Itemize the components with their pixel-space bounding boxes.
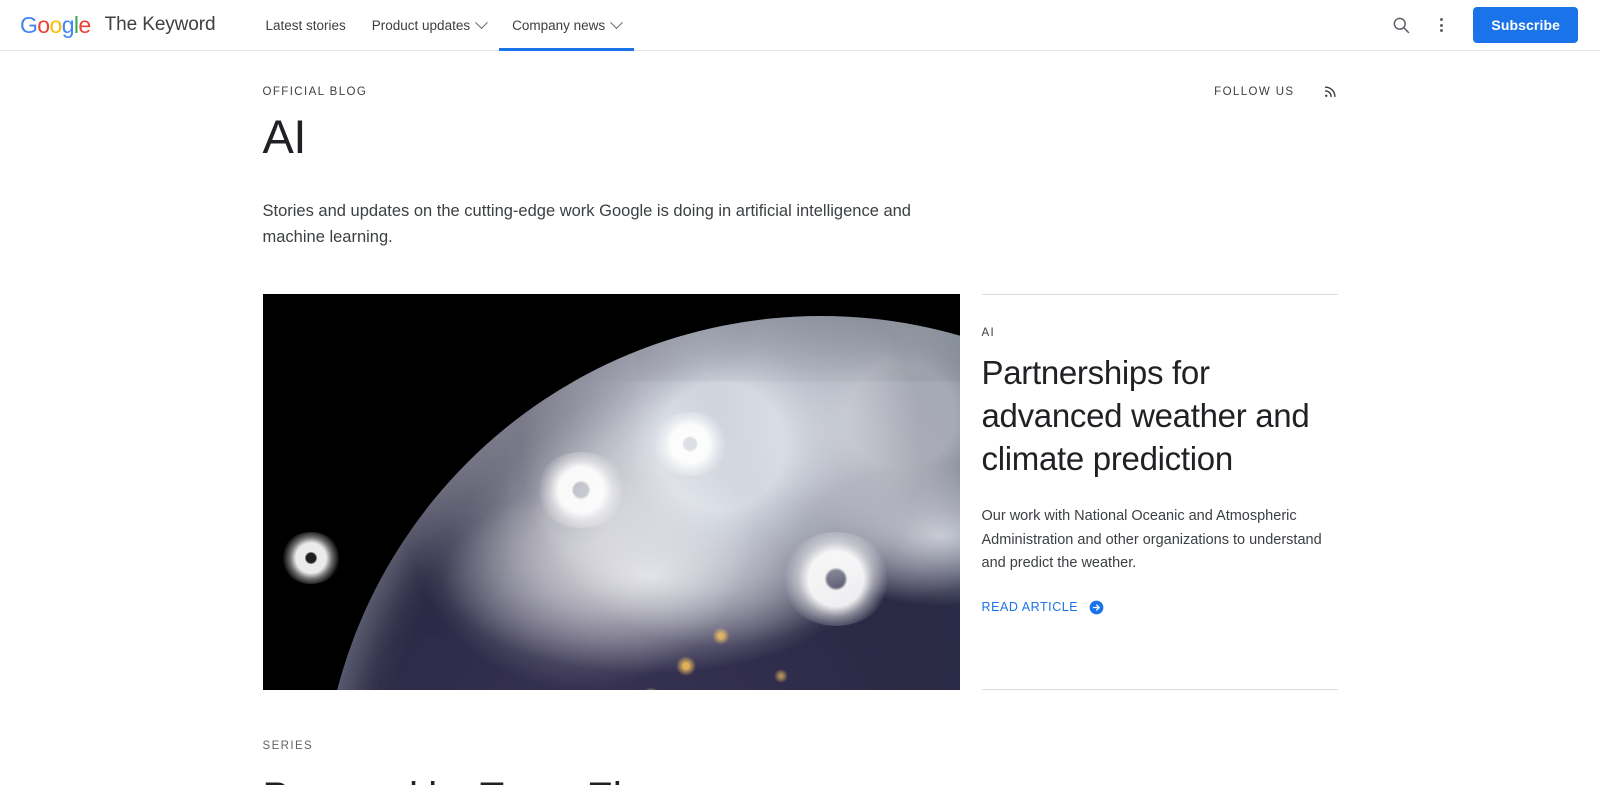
- nav-item-latest-stories[interactable]: Latest stories: [252, 0, 358, 51]
- logo-letter-e: e: [78, 11, 91, 38]
- content-container: OFFICIAL BLOG FOLLOW US AI Stories and u…: [262, 51, 1338, 785]
- article-category-tag[interactable]: AI: [982, 327, 1338, 339]
- featured-article-card: AI Partnerships for advanced weather and…: [981, 293, 1338, 690]
- google-logo[interactable]: G o o g l e: [20, 11, 91, 38]
- brand-area[interactable]: G o o g l e The Keyword: [20, 11, 216, 38]
- subscribe-button[interactable]: Subscribe: [1473, 7, 1578, 43]
- follow-us-label: FOLLOW US: [1214, 85, 1295, 98]
- hero-top-row: OFFICIAL BLOG FOLLOW US: [263, 84, 1338, 99]
- chevron-down-icon: [610, 15, 624, 29]
- chevron-down-icon: [475, 15, 488, 29]
- nav-item-company-news[interactable]: Company news: [499, 0, 635, 51]
- featured-article-row: AI Partnerships for advanced weather and…: [262, 293, 1338, 690]
- site-title[interactable]: The Keyword: [105, 14, 216, 36]
- page-body: OFFICIAL BLOG FOLLOW US AI Stories and u…: [0, 51, 1600, 785]
- primary-nav: Latest stories Product updates Company n…: [252, 0, 635, 51]
- kebab-menu-icon: [1439, 18, 1443, 32]
- article-title[interactable]: Partnerships for advanced weather and cl…: [982, 352, 1338, 481]
- site-header: G o o g l e The Keyword Latest stories P…: [0, 0, 1600, 51]
- read-article-link[interactable]: READ ARTICLE: [982, 600, 1338, 615]
- series-section: SERIES Powered by Team El: [263, 740, 1338, 785]
- nav-label: Latest stories: [265, 17, 346, 33]
- nav-label: Product updates: [371, 17, 471, 33]
- featured-article-image[interactable]: [262, 293, 960, 690]
- arrow-right-circle-icon: [1089, 600, 1104, 615]
- earth-globe-graphic: [320, 315, 960, 690]
- follow-us-group[interactable]: FOLLOW US: [1214, 84, 1337, 99]
- header-actions: Subscribe: [1381, 5, 1578, 45]
- search-button[interactable]: [1381, 5, 1421, 45]
- page-title: AI: [262, 110, 307, 163]
- search-icon: [1393, 17, 1410, 34]
- logo-letter-o1: o: [37, 11, 50, 38]
- nav-item-product-updates[interactable]: Product updates: [359, 0, 499, 51]
- series-label: SERIES: [262, 739, 314, 752]
- logo-letter-o2: o: [49, 11, 63, 38]
- read-article-label: READ ARTICLE: [981, 600, 1079, 615]
- page-description: Stories and updates on the cutting-edge …: [262, 201, 912, 246]
- logo-letter-g1: G: [20, 11, 38, 38]
- article-description: Our work with National Oceanic and Atmos…: [981, 508, 1322, 572]
- rss-icon[interactable]: [1323, 84, 1338, 99]
- nav-label: Company news: [512, 17, 606, 33]
- series-title[interactable]: Powered by Team El: [263, 775, 1338, 785]
- storm-cloud: [280, 531, 341, 584]
- official-blog-eyebrow: OFFICIAL BLOG: [262, 85, 368, 98]
- logo-letter-g2: g: [61, 11, 75, 38]
- more-options-button[interactable]: [1421, 5, 1461, 45]
